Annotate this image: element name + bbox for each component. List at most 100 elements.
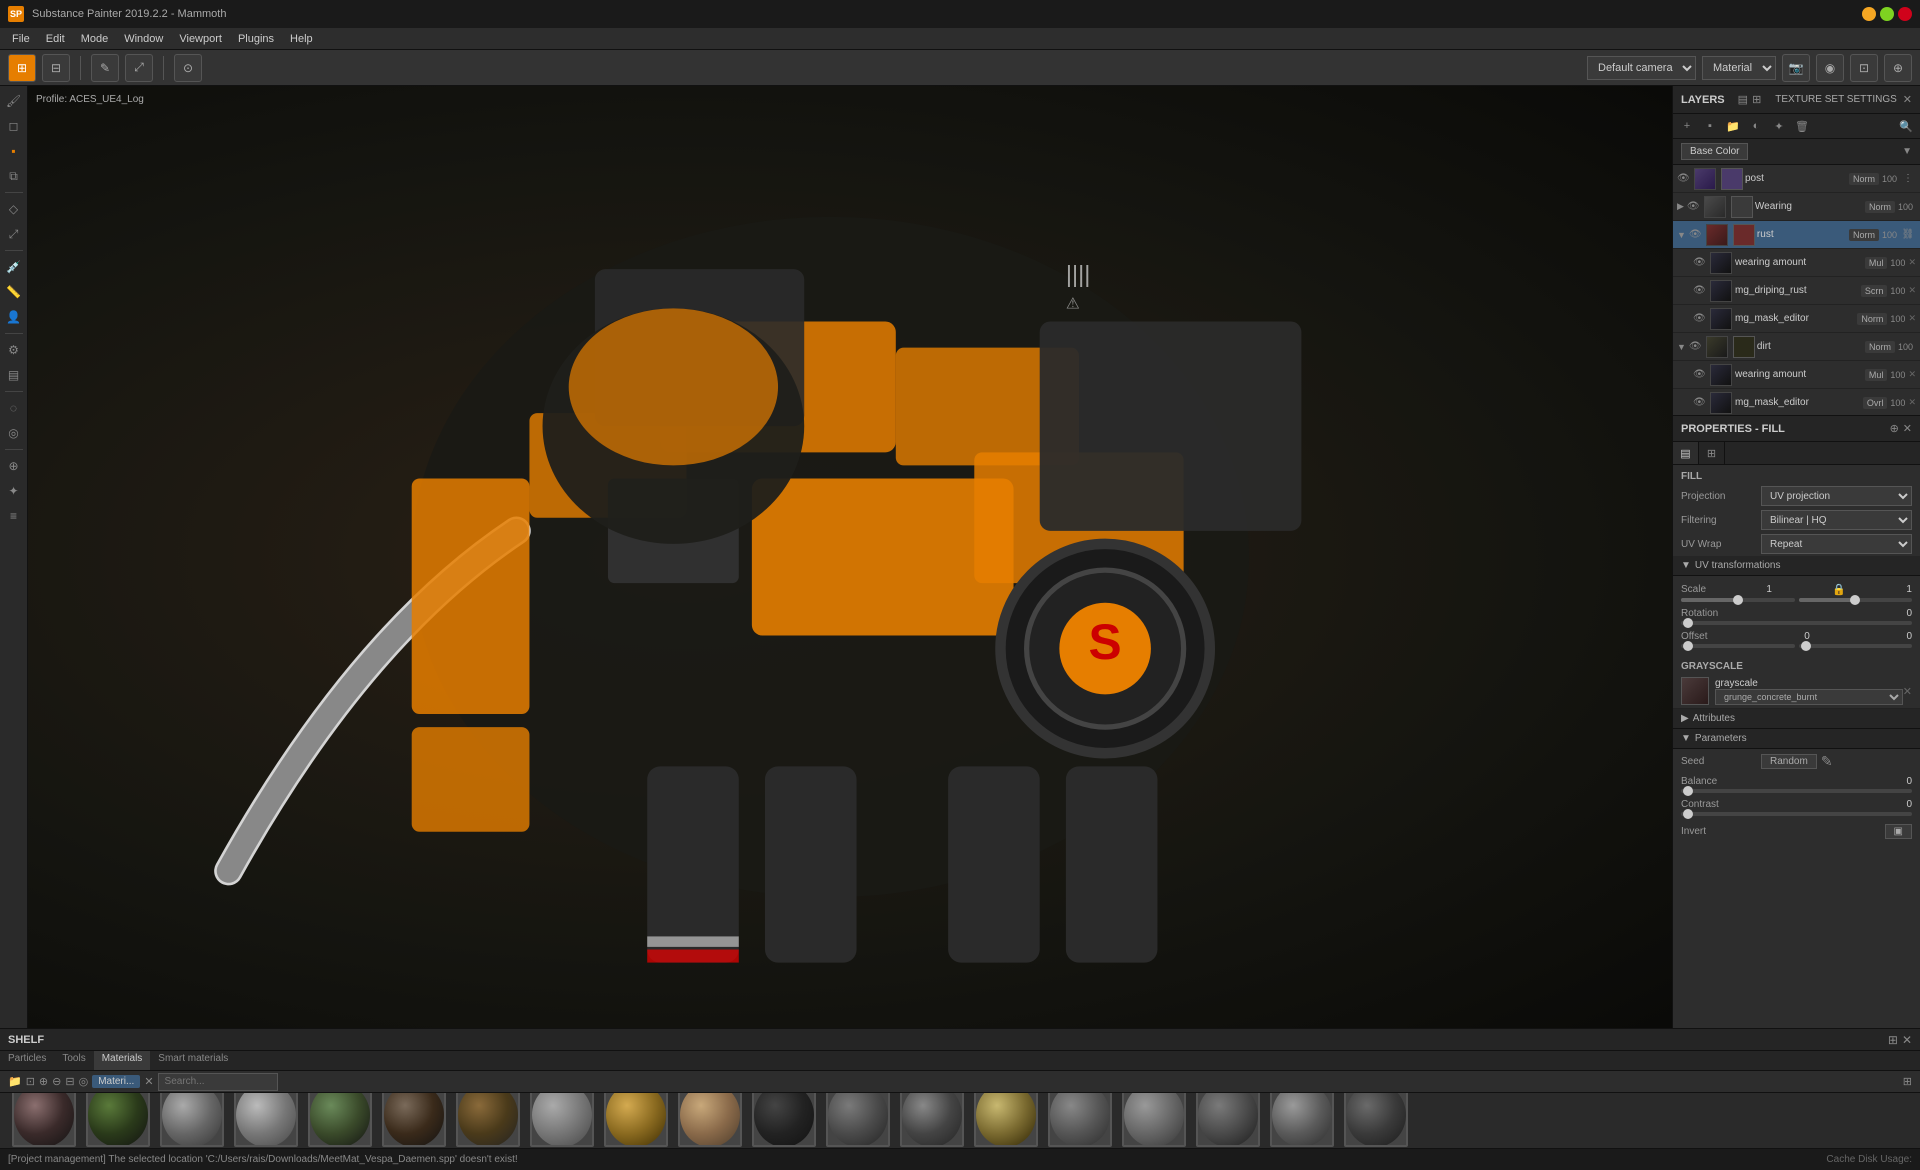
base-color-button[interactable]: Base Color — [1681, 143, 1748, 160]
layer-visibility-toggle[interactable]: 👁 — [1693, 257, 1707, 268]
attributes-toggle[interactable]: ▶ Attributes — [1673, 709, 1920, 729]
contrast-thumb[interactable] — [1683, 809, 1693, 819]
shelf-circle-icon[interactable]: ◎ — [79, 1075, 89, 1088]
layer-chain-icon[interactable]: ⛓ — [1900, 227, 1916, 243]
layer-extra-icon[interactable]: ⋮ — [1900, 171, 1916, 187]
shelf-item[interactable]: Alien Growt... — [82, 1093, 154, 1148]
mode-button-3d[interactable]: ⊞ — [8, 54, 36, 82]
camera-select[interactable]: Default camera — [1587, 56, 1696, 80]
shelf-export-icon[interactable]: ⊖ — [52, 1075, 61, 1088]
shelf-item[interactable]: Aluminium ... — [230, 1093, 302, 1148]
shelf-item[interactable]: Coated Metal — [896, 1093, 968, 1148]
close-layers-icon[interactable]: ✕ — [1903, 93, 1912, 106]
shelf-folder-icon[interactable]: 📁 — [8, 1075, 22, 1088]
record-btn[interactable]: ⊕ — [1884, 54, 1912, 82]
shelf-item[interactable]: Alcantara C... — [8, 1093, 80, 1148]
screenshot-btn[interactable]: ⊡ — [1850, 54, 1878, 82]
uv-wrap-select[interactable]: Repeat — [1761, 534, 1912, 554]
layer-delete-icon[interactable]: ✕ — [1908, 313, 1916, 324]
transform-lt-btn[interactable]: ⤢ — [3, 223, 25, 245]
lock-icon[interactable]: 🔒 — [1832, 583, 1846, 596]
layer-visibility-toggle[interactable]: 👁 — [1693, 397, 1707, 408]
eraser-btn[interactable]: ◻ — [3, 115, 25, 137]
layer-expand-btn[interactable]: ▶ — [1677, 201, 1684, 212]
layer-row[interactable]: ▶ 👁 Wearing Norm 100 — [1673, 193, 1920, 221]
shelf-filter-icon[interactable]: ⊟ — [65, 1075, 74, 1088]
layers-icon[interactable]: ▤ — [1738, 93, 1748, 106]
shelf-item[interactable]: Concrete Cl... — [1118, 1093, 1190, 1148]
props-tab-texture[interactable]: ⊞ — [1699, 442, 1725, 464]
delete-layer-btn[interactable]: 🗑 — [1792, 116, 1812, 136]
properties-close-icon[interactable]: ⊕ — [1890, 422, 1899, 435]
contrast-slider[interactable] — [1681, 812, 1912, 816]
layer-delete-icon[interactable]: ✕ — [1908, 369, 1916, 380]
seed-edit-icon[interactable]: ✎ — [1821, 753, 1833, 770]
scale-slider-right[interactable] — [1799, 598, 1913, 602]
layer-row[interactable]: 👁 mg_mask_editor Ovrl 100 ✕ — [1673, 389, 1920, 415]
menu-edit[interactable]: Edit — [38, 31, 73, 47]
offset-thumb-y[interactable] — [1801, 641, 1811, 651]
layer-row[interactable]: 👁 mg_driping_rust Scrn 100 ✕ — [1673, 277, 1920, 305]
camera-btn[interactable]: 📷 — [1782, 54, 1810, 82]
fill-btn[interactable]: ▪ — [3, 140, 25, 162]
shelf-search-input[interactable] — [158, 1073, 278, 1091]
layer-delete-icon[interactable]: ✕ — [1908, 257, 1916, 268]
random-button[interactable]: Random — [1761, 754, 1817, 769]
shelf-nav-tools[interactable]: Tools — [54, 1051, 93, 1070]
filtering-select[interactable]: Bilinear | HQ — [1761, 510, 1912, 530]
balance-slider[interactable] — [1681, 789, 1912, 793]
layer-visibility-toggle[interactable]: 👁 — [1687, 201, 1701, 212]
shelf-item[interactable]: Carbon Fiber — [748, 1093, 820, 1148]
shelf-expand-icon[interactable]: ⊞ — [1888, 1033, 1898, 1047]
shelf-item[interactable]: Calf Skin — [674, 1093, 746, 1148]
texture-set-settings-tab[interactable]: TEXTURE SET SETTINGS — [1775, 94, 1897, 105]
menu-window[interactable]: Window — [116, 31, 171, 47]
minimize-button[interactable] — [1862, 7, 1876, 21]
balance-thumb[interactable] — [1683, 786, 1693, 796]
layer-row[interactable]: ▼ 👁 rust Norm 100 ⛓ — [1673, 221, 1920, 249]
layer-visibility-toggle[interactable]: 👁 — [1693, 369, 1707, 380]
menu-mode[interactable]: Mode — [73, 31, 117, 47]
shelf-item[interactable]: Baked Light... — [526, 1093, 598, 1148]
env-btn[interactable]: ◉ — [1816, 54, 1844, 82]
scale-thumb-right[interactable] — [1850, 595, 1860, 605]
layer-search-btn[interactable]: 🔍 — [1896, 116, 1916, 136]
reset-camera-btn[interactable]: ⊙ — [174, 54, 202, 82]
menu-help[interactable]: Help — [282, 31, 321, 47]
transform-tool[interactable]: ⤢ — [125, 54, 153, 82]
add-effect-btn[interactable]: ✦ — [1769, 116, 1789, 136]
props-tab-material[interactable]: ▤ — [1673, 442, 1699, 464]
texture-set-icon[interactable]: ⊞ — [1752, 93, 1761, 106]
grayscale-delete-icon[interactable]: ✕ — [1903, 685, 1912, 698]
layer-row[interactable]: 👁 wearing amount Mul 100 ✕ — [1673, 361, 1920, 389]
add-mask-btn[interactable]: ◐ — [1746, 116, 1766, 136]
rotation-thumb[interactable] — [1683, 618, 1693, 628]
layer-visibility-toggle[interactable]: 👁 — [1693, 285, 1707, 296]
select-btn[interactable]: ◇ — [3, 198, 25, 220]
shelf-item[interactable]: Concrete B... — [1044, 1093, 1116, 1148]
offset-slider-y[interactable] — [1799, 644, 1913, 648]
particle-btn[interactable]: ✦ — [3, 480, 25, 502]
menu-file[interactable]: File — [4, 31, 38, 47]
maximize-button[interactable] — [1880, 7, 1894, 21]
offset-slider-x[interactable] — [1681, 644, 1795, 648]
shelf-close-icon[interactable]: ✕ — [1902, 1033, 1912, 1047]
menu-plugins[interactable]: Plugins — [230, 31, 282, 47]
add-paint-layer-btn[interactable]: + — [1677, 116, 1697, 136]
layer-visibility-toggle[interactable]: 👁 — [1677, 173, 1691, 184]
smudge-btn[interactable]: ◌ — [3, 397, 25, 419]
layer-row[interactable]: ▼ 👁 dirt Norm 100 — [1673, 333, 1920, 361]
parameters-toggle[interactable]: ▼ Parameters — [1673, 729, 1920, 749]
mode-button-2d[interactable]: ⊟ — [42, 54, 70, 82]
layer-row[interactable]: 👁 post Norm 100 ⋮ — [1673, 165, 1920, 193]
anchor-btn[interactable]: ⊕ — [3, 455, 25, 477]
grayscale-texture-select[interactable]: grunge_concrete_burnt — [1715, 689, 1903, 705]
shelf-new-icon[interactable]: ⊡ — [26, 1075, 35, 1088]
layer-row[interactable]: 👁 wearing amount Mul 100 ✕ — [1673, 249, 1920, 277]
invert-button[interactable]: ▣ — [1885, 824, 1912, 839]
scale-thumb-left[interactable] — [1733, 595, 1743, 605]
shelf-item[interactable]: Artificial Lea... — [304, 1093, 376, 1148]
layer-expand-btn[interactable]: ▼ — [1677, 230, 1686, 240]
measure-btn[interactable]: 📏 — [3, 281, 25, 303]
layers-lt-btn[interactable]: ▤ — [3, 364, 25, 386]
